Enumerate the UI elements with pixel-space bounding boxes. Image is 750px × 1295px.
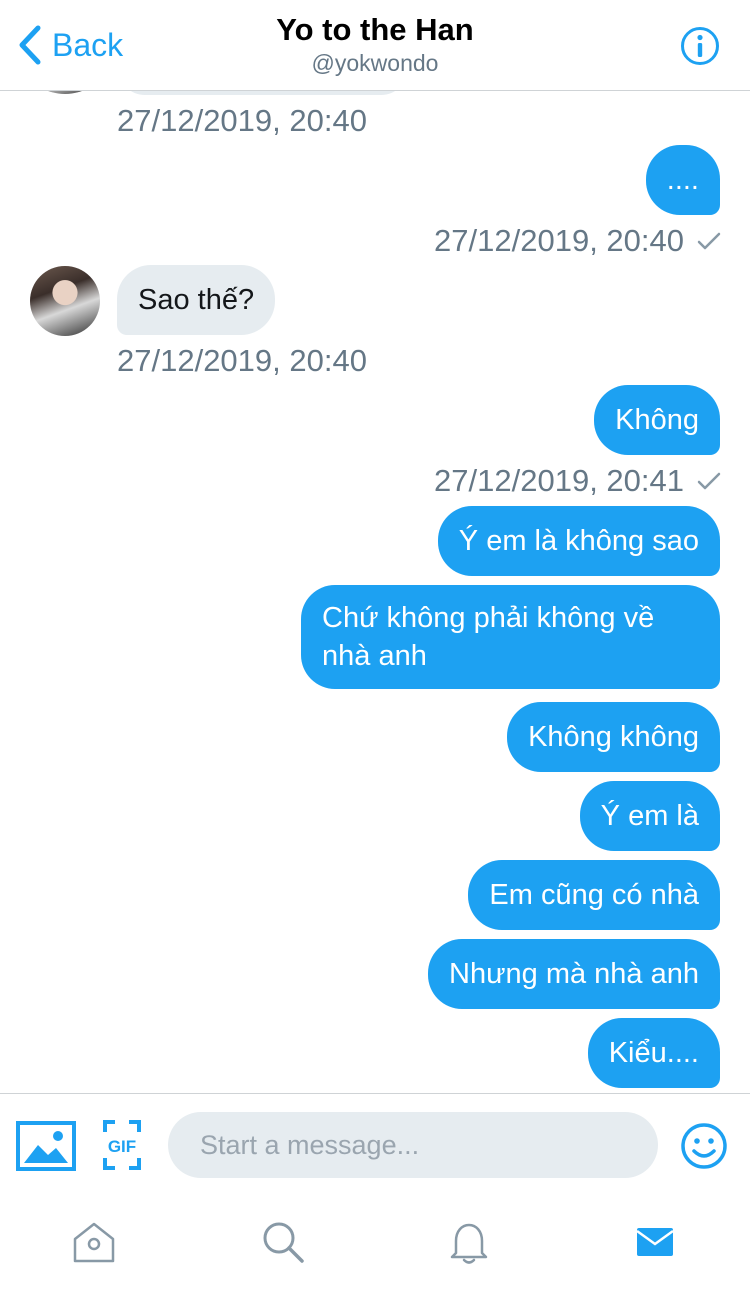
message-bubble-outgoing[interactable]: Không	[594, 385, 720, 455]
message-bubble-outgoing[interactable]: Ý em là không sao	[437, 506, 720, 576]
message-input-placeholder: Start a message...	[200, 1129, 420, 1160]
contact-avatar[interactable]	[30, 91, 100, 94]
message-bubble-outgoing[interactable]: Kiểu....	[587, 1018, 720, 1088]
checkmark-icon	[697, 232, 721, 250]
conversation-header: Back Yo to the Han @yokwondo	[0, 0, 750, 91]
message-bubble-outgoing[interactable]: ....	[645, 145, 720, 215]
message-bubble-incoming-partial[interactable]	[118, 91, 408, 95]
message-timestamp: 27/12/2019, 20:40	[117, 103, 367, 138]
message-bubble-incoming[interactable]: Sao thế?	[117, 265, 276, 335]
message-text: Sao thế?	[138, 284, 255, 316]
info-icon[interactable]	[680, 26, 720, 66]
notifications-icon[interactable]	[444, 1217, 494, 1267]
message-text: ....	[666, 164, 699, 196]
message-text: Không không	[528, 721, 699, 753]
home-icon[interactable]	[69, 1217, 119, 1267]
conversation-handle: @yokwondo	[311, 50, 439, 76]
message-timestamp-row: 27/12/2019, 20:41	[434, 461, 722, 501]
search-icon[interactable]	[258, 1217, 308, 1267]
message-text: Không	[615, 404, 699, 436]
contact-avatar[interactable]	[30, 266, 100, 336]
message-text: Kiểu....	[608, 1037, 699, 1069]
emoji-icon[interactable]	[680, 1122, 728, 1170]
svg-text:GIF: GIF	[108, 1137, 136, 1156]
message-timestamp: 27/12/2019, 20:40	[434, 223, 684, 258]
message-timestamp: 27/12/2019, 20:41	[434, 463, 684, 498]
checkmark-icon	[697, 472, 721, 490]
message-input[interactable]: Start a message...	[168, 1112, 658, 1178]
image-icon[interactable]	[16, 1121, 76, 1171]
message-timestamp-row: 27/12/2019, 20:40	[434, 221, 722, 261]
message-text: Ý em là không sao	[458, 525, 699, 557]
message-bubble-outgoing[interactable]: Ý em là	[579, 781, 720, 851]
conversation-title: Yo to the Han	[276, 12, 474, 47]
message-timestamp: 27/12/2019, 20:40	[117, 343, 367, 378]
message-bubble-outgoing[interactable]: Không không	[507, 702, 720, 772]
conversation-title-block[interactable]: Yo to the Han @yokwondo	[0, 12, 750, 78]
message-text: Em cũng có nhà	[489, 879, 699, 911]
message-bubble-outgoing[interactable]: Chứ không phải không về nhà anh	[301, 585, 720, 689]
message-text: Nhưng mà nhà anh	[449, 958, 699, 990]
tab-bar	[0, 1195, 750, 1295]
message-list[interactable]: 27/12/2019, 20:40 .... 27/12/2019, 20:40…	[0, 91, 750, 1092]
message-text: Ý em là	[600, 800, 699, 832]
message-bubble-outgoing[interactable]: Em cũng có nhà	[468, 860, 720, 930]
messages-icon[interactable]	[630, 1217, 680, 1267]
message-text: Chứ không phải không về nhà anh	[322, 602, 655, 672]
message-composer: GIF Start a message...	[0, 1093, 750, 1196]
message-bubble-outgoing[interactable]: Nhưng mà nhà anh	[428, 939, 720, 1009]
gif-icon[interactable]: GIF	[103, 1120, 141, 1170]
